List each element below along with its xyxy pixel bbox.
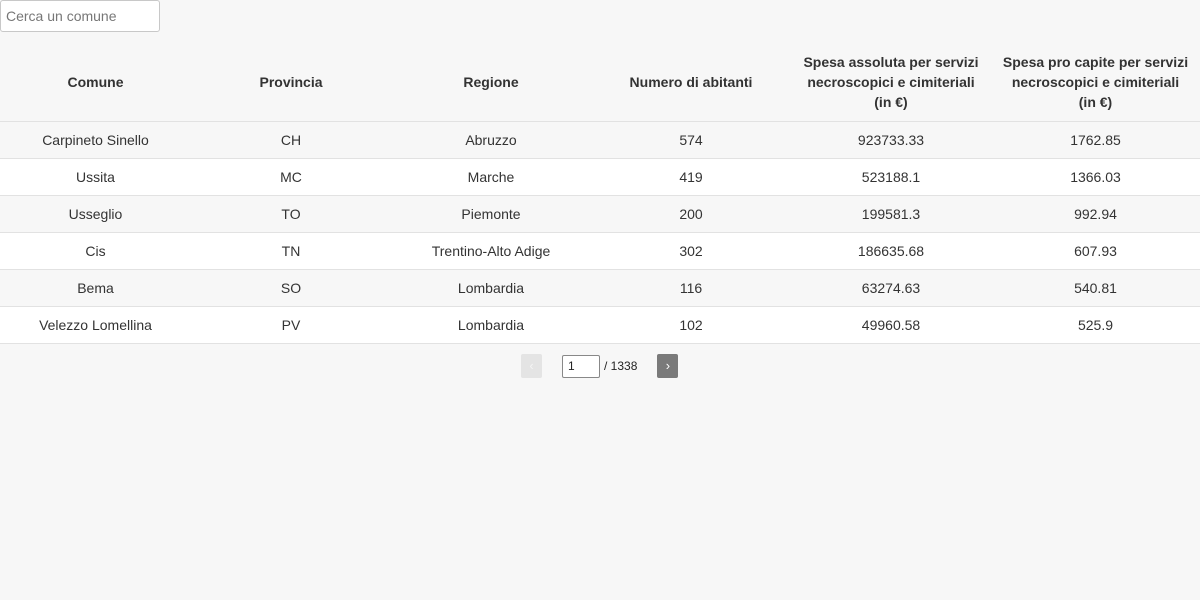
cell-comune: Ussita [0, 158, 191, 196]
cell-regione: Lombardia [391, 269, 591, 307]
column-header-comune[interactable]: Comune [0, 42, 191, 122]
results-table: Comune Provincia Regione Numero di abitanti… [0, 42, 1200, 344]
column-header-text: Spesa assoluta per servizi [803, 53, 979, 70]
column-header-text: necroscopici e cimiteriali [1011, 73, 1180, 90]
cell-abitanti: 116 [591, 269, 791, 307]
column-header-text: Comune [67, 73, 124, 90]
next-page-button[interactable]: › [657, 354, 679, 378]
cell-provincia: TN [191, 232, 391, 270]
pagination: ‹ / 1338 › [521, 354, 679, 378]
results-table-container: Comune Provincia Regione Numero di abitanti… [0, 42, 1200, 344]
cell-comune: Cis [0, 232, 191, 270]
cell-provincia: SO [191, 269, 391, 307]
cell-abitanti: 200 [591, 195, 791, 233]
table-header-row: Comune Provincia Regione Numero di abitanti… [0, 42, 1200, 122]
cell-spesa-assoluta: 186635.68 [791, 232, 991, 270]
cell-comune: Carpineto Sinello [0, 121, 191, 159]
cell-spesa-assoluta: 923733.33 [791, 121, 991, 159]
table-row: Carpineto Sinello CH Abruzzo 574 923733.33 17… [0, 121, 1200, 159]
cell-spesa-assoluta: 63274.63 [791, 269, 991, 307]
cell-spesa-pro-capite: 540.81 [991, 269, 1200, 307]
cell-spesa-pro-capite: 607.93 [991, 232, 1200, 270]
cell-regione: Marche [391, 158, 591, 196]
column-header-spesa-assoluta[interactable]: Spesa assoluta per servizi necroscopici e… [791, 42, 991, 122]
column-header-spesa-pro-capite[interactable]: Spesa pro capite per servizi necroscopici… [991, 42, 1200, 122]
cell-provincia: CH [191, 121, 391, 159]
cell-provincia: MC [191, 158, 391, 196]
cell-spesa-pro-capite: 1366.03 [991, 158, 1200, 196]
column-header-text: Spesa pro capite per servizi [1002, 53, 1189, 70]
cell-abitanti: 419 [591, 158, 791, 196]
cell-abitanti: 302 [591, 232, 791, 270]
previous-page-button[interactable]: ‹ [521, 354, 542, 378]
column-header-abitanti[interactable]: Numero di abitanti [591, 42, 791, 122]
page-number-input[interactable] [562, 354, 600, 378]
cell-abitanti: 102 [591, 306, 791, 344]
column-header-text: Numero di abitanti [629, 73, 753, 90]
cell-abitanti: 574 [591, 121, 791, 159]
cell-comune: Usseglio [0, 195, 191, 233]
cell-spesa-pro-capite: 525.9 [991, 306, 1200, 344]
search-input[interactable] [0, 0, 160, 32]
cell-regione: Abruzzo [391, 121, 591, 159]
cell-spesa-assoluta: 49960.58 [791, 306, 991, 344]
column-header-text: Provincia [259, 73, 323, 90]
cell-regione: Trentino-Alto Adige [391, 232, 591, 270]
table-row: Cis TN Trentino-Alto Adige 302 186635.68 607.… [0, 232, 1200, 270]
cell-spesa-assoluta: 199581.3 [791, 195, 991, 233]
table-row: Velezzo Lomellina PV Lombardia 102 49960.58 5… [0, 306, 1200, 344]
cell-provincia: TO [191, 195, 391, 233]
column-header-text: (in €) [874, 93, 908, 110]
cell-spesa-pro-capite: 1762.85 [991, 121, 1200, 159]
cell-regione: Lombardia [391, 306, 591, 344]
cell-comune: Bema [0, 269, 191, 307]
cell-spesa-assoluta: 523188.1 [791, 158, 991, 196]
table-row: Ussita MC Marche 419 523188.1 1366.03 [0, 158, 1200, 196]
cell-spesa-pro-capite: 992.94 [991, 195, 1200, 233]
column-header-text: necroscopici e cimiteriali [807, 73, 975, 90]
column-header-provincia[interactable]: Provincia [191, 42, 391, 122]
cell-comune: Velezzo Lomellina [0, 306, 191, 344]
table-row: Usseglio TO Piemonte 200 199581.3 992.94 [0, 195, 1200, 233]
cell-provincia: PV [191, 306, 391, 344]
search-container [0, 0, 160, 32]
column-header-text: Regione [463, 73, 519, 90]
table-row: Bema SO Lombardia 116 63274.63 540.81 [0, 269, 1200, 307]
table-body: Carpineto Sinello CH Abruzzo 574 923733.33 17… [0, 121, 1200, 344]
cell-regione: Piemonte [391, 195, 591, 233]
column-header-regione[interactable]: Regione [391, 42, 591, 122]
total-pages-label: / 1338 [604, 359, 638, 373]
column-header-text: (in €) [1078, 93, 1113, 110]
